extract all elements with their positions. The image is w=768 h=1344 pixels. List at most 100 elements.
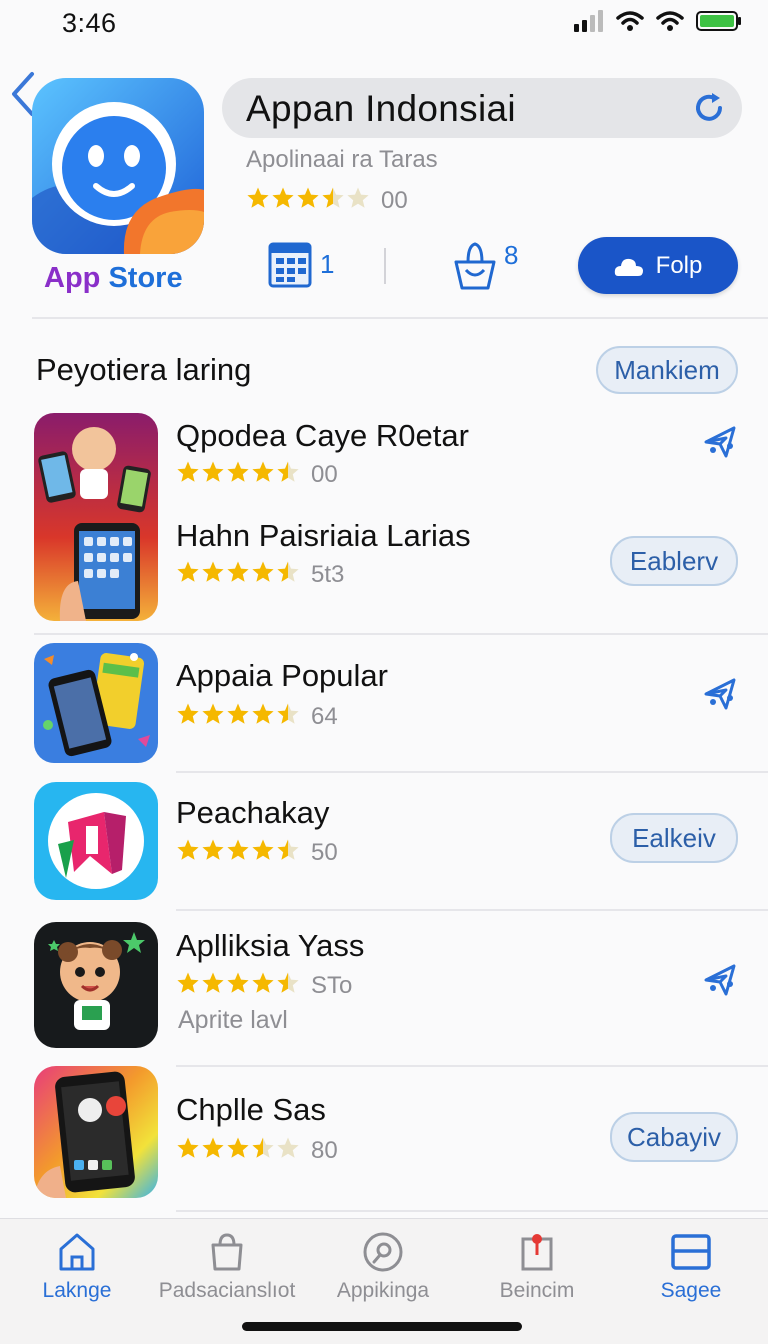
- star-icon: [227, 561, 249, 582]
- divider: [32, 317, 768, 319]
- rating-count: 00: [381, 186, 408, 214]
- app-rating: 5t3: [176, 560, 344, 589]
- app-name[interactable]: Hahn Paisriaia Larias: [176, 518, 471, 554]
- follow-button[interactable]: Folp: [578, 237, 738, 294]
- title-bar: Appan Indonsiai: [222, 78, 742, 138]
- star-icon: [202, 461, 224, 482]
- tab-home[interactable]: Lakngе: [2, 1231, 152, 1303]
- app-rating: 80: [176, 1136, 338, 1165]
- wifi-icon-secondary: [656, 11, 684, 31]
- star-icon: [252, 1137, 274, 1158]
- app-name[interactable]: Chplle Sas: [176, 1092, 326, 1128]
- app-rating: 64: [176, 702, 338, 731]
- rating-value: 64: [311, 702, 338, 730]
- app-subtitle: Apolinaai ra Taras: [246, 146, 438, 173]
- star-icon: [322, 187, 344, 208]
- app-name[interactable]: Peachakay: [176, 795, 329, 831]
- tab-bookmark[interactable]: Beincim: [462, 1231, 612, 1303]
- enable-button[interactable]: Eablerv: [610, 536, 738, 586]
- enable-button[interactable]: Cabayiv: [610, 1112, 738, 1162]
- enable-button[interactable]: Ealkeiv: [610, 813, 738, 863]
- tab-label: Beincim: [499, 1279, 575, 1302]
- star-icon: [277, 839, 299, 860]
- divider: [176, 771, 768, 773]
- star-icon: [277, 561, 299, 582]
- star-icon: [177, 461, 199, 482]
- app-icon-peachakay[interactable]: [34, 782, 158, 900]
- stat-two-value: 8: [504, 240, 519, 270]
- home-icon: [59, 1233, 95, 1271]
- app-caption: Aprite lavl: [178, 1006, 288, 1034]
- cloud-icon: [614, 258, 643, 276]
- tab-bag[interactable]: Padsacianslıot: [152, 1231, 302, 1303]
- app-icon-popular[interactable]: [34, 643, 158, 763]
- star-icon: [272, 187, 294, 208]
- star-icon: [252, 561, 274, 582]
- star-icon: [227, 461, 249, 482]
- star-icon: [227, 839, 249, 860]
- tab-label: Lakngе: [42, 1279, 112, 1302]
- star-rating: [246, 186, 371, 215]
- share-icon[interactable]: [702, 424, 738, 460]
- battery-icon: [696, 11, 741, 31]
- stat-one-value: 1: [320, 248, 335, 279]
- star-icon: [202, 561, 224, 582]
- star-icon: [252, 839, 274, 860]
- app-name[interactable]: Appaia Popular: [176, 658, 388, 694]
- cellular-signal-icon: [574, 10, 603, 32]
- status-time: 3:46: [62, 8, 117, 38]
- rating-value: 5t3: [311, 560, 345, 588]
- divider: [34, 633, 768, 635]
- star-icon: [202, 972, 224, 993]
- star-icon: [202, 1137, 224, 1158]
- page-title: Appan Indonsiai: [246, 88, 516, 129]
- star-icon: [277, 461, 299, 482]
- rating-value: STo: [311, 971, 353, 999]
- divider: [176, 1210, 768, 1212]
- app-icon-chplle[interactable]: [34, 1066, 158, 1198]
- header-rating: 00: [246, 186, 408, 215]
- share-icon[interactable]: [702, 676, 738, 712]
- rating-value: 00: [311, 460, 338, 488]
- star-rating: [176, 1136, 301, 1165]
- tab-panel[interactable]: Sagee: [616, 1231, 766, 1303]
- follow-label: Folp: [655, 251, 703, 279]
- star-rating: [176, 838, 301, 867]
- app-icon[interactable]: [32, 78, 204, 254]
- star-icon: [227, 1137, 249, 1158]
- star-icon: [252, 461, 274, 482]
- app-name[interactable]: Qpodea Caye R0etar: [176, 418, 469, 454]
- star-icon: [177, 561, 199, 582]
- tab-search[interactable]: Appikinga: [308, 1231, 458, 1303]
- refresh-icon[interactable]: [692, 90, 728, 126]
- app-name[interactable]: Aplliksia Yass: [176, 928, 364, 964]
- app-store-label: App Store: [44, 262, 183, 294]
- rating-value: 50: [311, 838, 338, 866]
- star-icon: [297, 187, 319, 208]
- star-icon: [252, 703, 274, 724]
- star-icon: [252, 972, 274, 993]
- stat-calendar[interactable]: 1: [268, 240, 334, 288]
- bag-icon: [211, 1233, 243, 1271]
- divider: [384, 248, 386, 284]
- star-rating: [176, 702, 301, 731]
- star-icon: [202, 839, 224, 860]
- manage-button[interactable]: Mankiem: [596, 346, 738, 394]
- bookmark-icon: [521, 1234, 553, 1271]
- star-icon: [202, 703, 224, 724]
- share-icon[interactable]: [702, 962, 738, 998]
- star-rating: [176, 971, 301, 1000]
- calendar-icon: [268, 242, 312, 288]
- status-bar: 3:46: [0, 0, 768, 50]
- app-icon-yass[interactable]: [34, 922, 158, 1048]
- star-icon: [347, 187, 369, 208]
- star-icon: [177, 839, 199, 860]
- app-icon-phones[interactable]: [34, 413, 158, 621]
- tab-label: Appikinga: [336, 1279, 430, 1302]
- search-circle-icon: [363, 1232, 403, 1272]
- app-rating: STo: [176, 971, 352, 1000]
- star-icon: [177, 1137, 199, 1158]
- star-icon: [227, 703, 249, 724]
- star-icon: [227, 972, 249, 993]
- stat-bag[interactable]: 8: [450, 240, 518, 292]
